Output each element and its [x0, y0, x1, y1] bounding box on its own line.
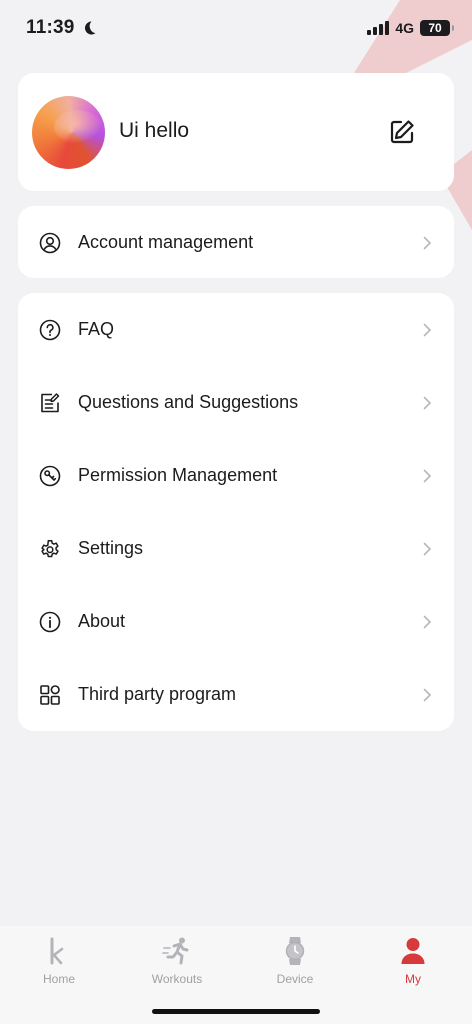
network-type: 4G: [395, 20, 414, 36]
home-k-icon: [44, 936, 74, 966]
tab-my[interactable]: My: [354, 926, 472, 1024]
my-profile-screen: 11:39 4G 70 Ui hello Account management …: [0, 0, 472, 1024]
permission-icon: [38, 464, 62, 488]
menu-label-settings: Settings: [78, 538, 144, 558]
account-card: Account management: [18, 206, 454, 278]
grid-apps-icon: [38, 683, 62, 707]
tab-label-home: Home: [42, 972, 75, 986]
menu-row-permission-management[interactable]: Permission Management: [18, 439, 454, 512]
tab-label-workouts: Workouts: [151, 972, 203, 986]
menu-row-third-party-program[interactable]: Third party program: [18, 658, 454, 731]
home-indicator[interactable]: [152, 1009, 320, 1014]
menu-row-settings[interactable]: Settings: [18, 512, 454, 585]
tab-home[interactable]: Home: [0, 926, 118, 1024]
chevron-right-icon: [423, 542, 432, 555]
menu-label-about: About: [78, 611, 126, 631]
chevron-right-icon: [423, 323, 432, 336]
account-management-row[interactable]: Account management: [18, 206, 454, 279]
menu-label-third-party-program: Third party program: [78, 684, 237, 704]
menu-row-questions-suggestions[interactable]: Questions and Suggestions: [18, 366, 454, 439]
edit-profile-icon[interactable]: [388, 118, 416, 146]
chevron-right-icon: [423, 469, 432, 482]
menu-row-faq[interactable]: FAQ: [18, 293, 454, 366]
menu-label-questions-suggestions: Questions and Suggestions: [78, 392, 299, 412]
chevron-right-icon: [423, 615, 432, 628]
battery-indicator: 70: [420, 20, 454, 36]
status-time: 11:39: [26, 17, 75, 38]
status-left: 11:39: [26, 17, 97, 39]
avatar[interactable]: [32, 96, 105, 169]
help-circle-icon: [38, 318, 62, 342]
user-circle-icon: [38, 231, 62, 255]
tab-label-my: My: [405, 972, 421, 986]
watch-icon: [280, 936, 310, 966]
info-icon: [38, 610, 62, 634]
signal-bars-icon: [367, 21, 390, 35]
moon-icon: [84, 21, 96, 35]
person-icon: [398, 936, 428, 966]
battery-level: 70: [428, 21, 442, 35]
profile-name: Ui hello: [119, 119, 190, 142]
menu-label-faq: FAQ: [78, 319, 115, 339]
running-icon: [162, 936, 192, 966]
chevron-right-icon: [423, 688, 432, 701]
status-bar: 11:39 4G 70: [0, 0, 472, 56]
account-management-label: Account management: [78, 232, 254, 252]
chevron-right-icon: [423, 396, 432, 409]
menu-card: FAQ Questions and Suggestions Permission…: [18, 293, 454, 731]
status-right: 4G 70: [367, 20, 454, 36]
chevron-right-icon: [423, 236, 432, 249]
menu-row-about[interactable]: About: [18, 585, 454, 658]
feedback-note-icon: [38, 391, 62, 415]
tab-label-device: Device: [276, 972, 314, 986]
profile-card[interactable]: Ui hello: [18, 73, 454, 191]
menu-label-permission-management: Permission Management: [78, 465, 278, 485]
gear-icon: [38, 537, 62, 561]
